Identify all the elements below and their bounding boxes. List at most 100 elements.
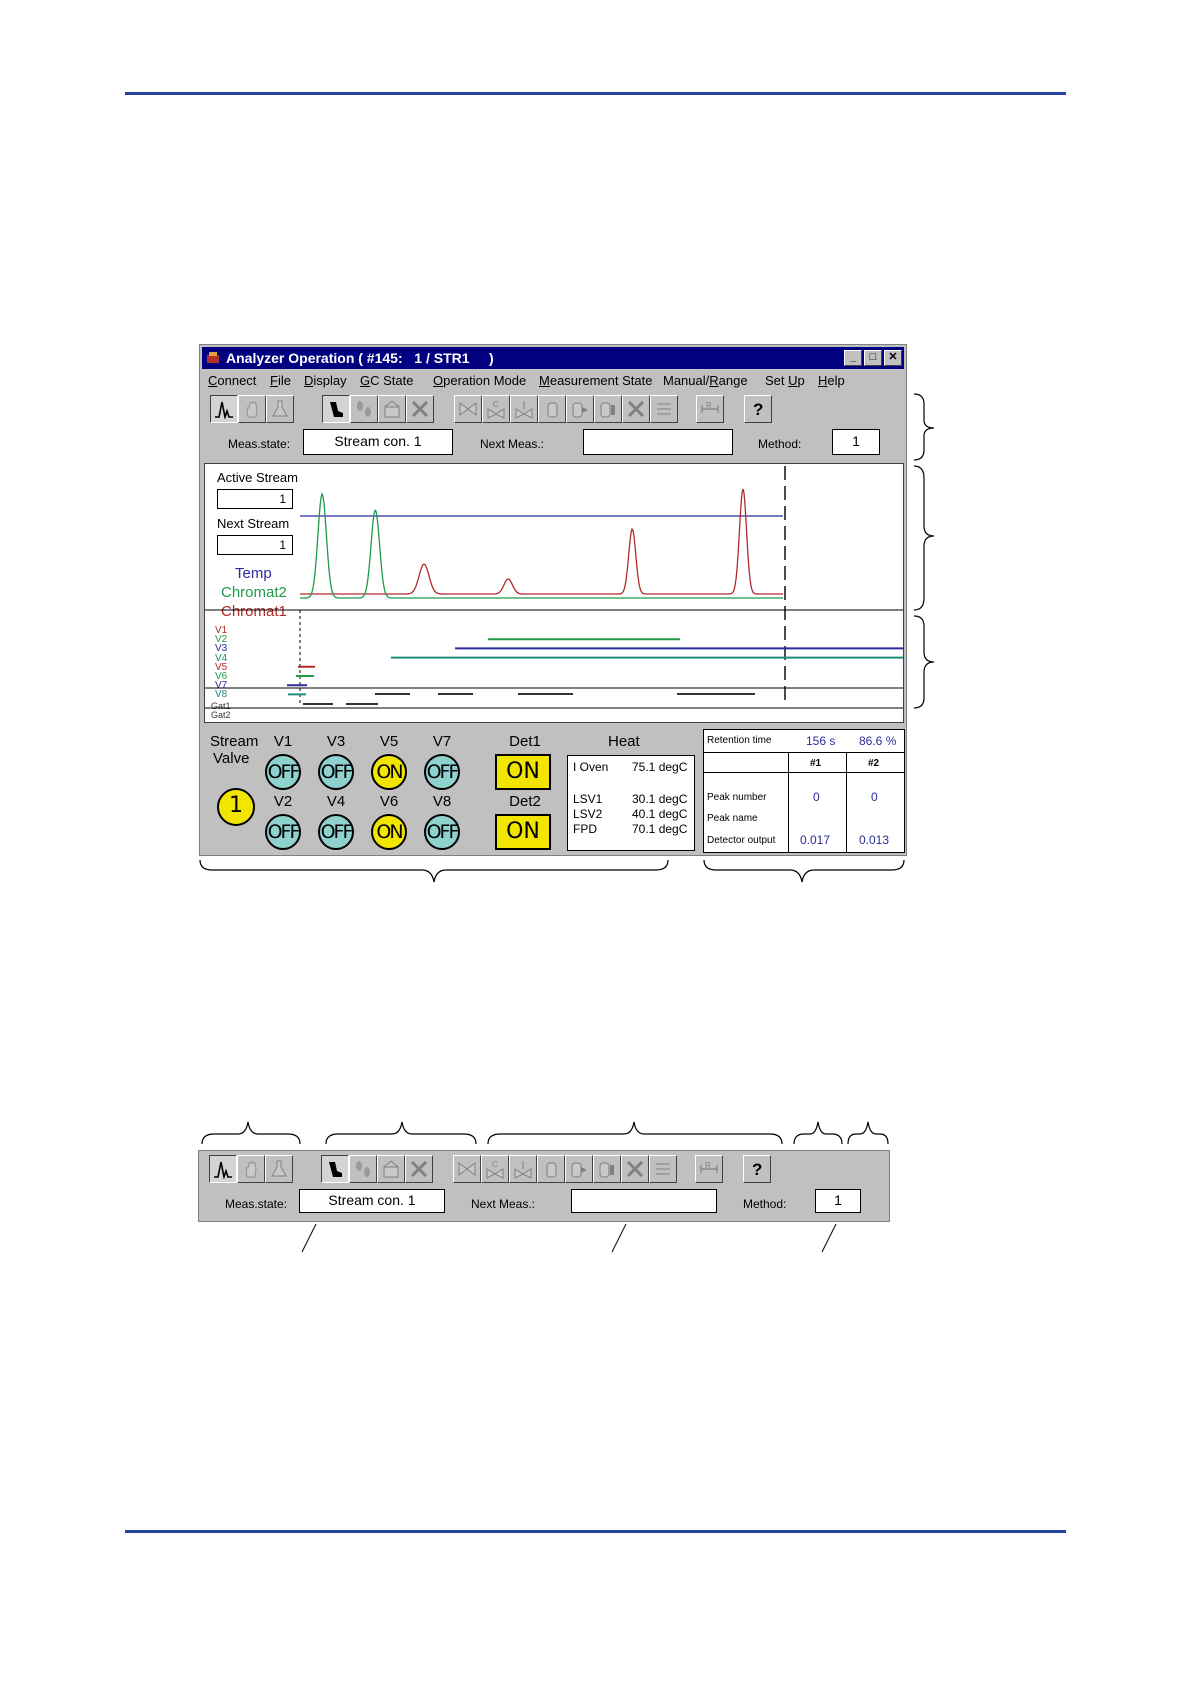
detail-meas-state-label: Meas.state: [225, 1197, 288, 1211]
valve-toggle-v2[interactable]: OFF [265, 814, 301, 850]
svg-text:C: C [493, 400, 499, 409]
detail-method-field: 1 [815, 1189, 861, 1213]
retention-table: Retention time 156 s 86.6 % #1 #2 Peak n… [703, 729, 905, 853]
toolbar-cancel-x-button[interactable] [406, 395, 434, 423]
det1-toggle[interactable]: ON [495, 754, 551, 790]
cancel-x-icon [411, 400, 429, 418]
toolbar-range-button[interactable]: R [695, 1155, 723, 1183]
toolbar-boot-button[interactable] [321, 1155, 349, 1183]
toolbar-hand-button[interactable] [238, 395, 266, 423]
stream-selector-button[interactable]: 1 [217, 788, 255, 826]
valve-1-icon [514, 1161, 532, 1179]
menu-display[interactable]: Display [304, 373, 347, 388]
toolbar-cylinder-arrow-button[interactable] [566, 395, 594, 423]
valve-toggle-v4[interactable]: OFF [318, 814, 354, 850]
toolbar-hand-button[interactable] [237, 1155, 265, 1183]
toolbar-footprints-button[interactable] [350, 395, 378, 423]
toolbar-cancel-x-button[interactable] [405, 1155, 433, 1183]
range-icon: R [700, 1161, 718, 1173]
valve-label-v1: V1 [273, 733, 293, 750]
detector-output-2: 0.013 [859, 833, 890, 847]
toolbar-footprints-button[interactable] [349, 1155, 377, 1183]
toolbar-building-button[interactable] [378, 395, 406, 423]
toolbar-chromatogram-button[interactable] [209, 1155, 237, 1183]
det2-toggle[interactable]: ON [495, 814, 551, 850]
toolbar-cylinder-stop-button[interactable] [594, 395, 622, 423]
toolbar-cancel-x-button[interactable] [622, 395, 650, 423]
cylinder-stop-icon [600, 402, 615, 418]
menu-connect[interactable]: Connect [208, 373, 256, 388]
valve-label-v8: V8 [432, 793, 452, 810]
toolbar-valve-c-button[interactable]: C [482, 395, 510, 423]
hand-icon [246, 401, 258, 418]
toolbar-building-button[interactable] [377, 1155, 405, 1183]
det2-label: Det2 [509, 793, 541, 810]
toolbar-valve-a-button[interactable] [454, 395, 482, 423]
toolbar-cancel-x-button[interactable] [621, 1155, 649, 1183]
boot-icon [329, 1162, 342, 1177]
close-button[interactable]: ✕ [884, 350, 902, 366]
cylinder-arrow-icon [571, 1162, 587, 1178]
valve-label: Valve [213, 750, 250, 767]
valve-label-v5: V5 [379, 733, 399, 750]
peak-number-label: Peak number [707, 792, 767, 803]
meas-state-field: Stream con. 1 [303, 429, 453, 455]
toolbar-cylinder-stop-button[interactable] [593, 1155, 621, 1183]
toolbar-range-button[interactable]: R [696, 395, 724, 423]
valve-c-icon: C [487, 400, 505, 419]
toolbar-chromatogram-button[interactable] [210, 395, 238, 423]
building-icon [383, 1160, 399, 1178]
cylinder-icon [547, 402, 558, 418]
menu-gc-state[interactable]: GC State [360, 373, 413, 388]
valve-label-v4: V4 [326, 793, 346, 810]
method-field: 1 [832, 429, 880, 455]
toolbar-help-button[interactable]: ? [743, 1155, 771, 1183]
valve-toggle-v5[interactable]: ON [371, 754, 407, 790]
valve-toggle-v6[interactable]: ON [371, 814, 407, 850]
menu-set-up[interactable]: Set Up [765, 373, 805, 388]
method-label: Method: [758, 437, 802, 451]
valve-toggle-v3[interactable]: OFF [318, 754, 354, 790]
retention-time-value: 156 s [806, 734, 836, 748]
chromatogram-panel: Active Stream 1 Next Stream 1 Temp Chrom… [204, 463, 904, 723]
valve-toggle-v1[interactable]: OFF [265, 754, 301, 790]
toolbar-help-button[interactable]: ? [744, 395, 772, 423]
help-icon: ? [753, 400, 763, 419]
toolbar-list-button[interactable] [649, 1155, 677, 1183]
menu-help[interactable]: Help [818, 373, 845, 388]
building-icon [384, 400, 400, 418]
valve-toggle-v8[interactable]: OFF [424, 814, 460, 850]
range-icon: R [701, 401, 719, 413]
next-meas-label: Next Meas.: [480, 437, 545, 451]
menu-operation-mode[interactable]: Operation Mode [433, 373, 526, 388]
detector-output-label: Detector output [707, 835, 776, 846]
toolbar-flask-button[interactable] [265, 1155, 293, 1183]
minimize-button[interactable]: _ [844, 350, 862, 366]
toolbar-cylinder-button[interactable] [538, 395, 566, 423]
toolbar-list-button[interactable] [650, 395, 678, 423]
heat-name-fpd: FPD [573, 822, 597, 836]
column-2-header: #2 [868, 758, 880, 769]
menu-measurement-state[interactable]: Measurement State [539, 373, 652, 388]
toolbar-boot-button[interactable] [322, 395, 350, 423]
heat-value-oven: 75.1 degC [632, 760, 688, 774]
toolbar-flask-button[interactable] [266, 395, 294, 423]
heat-value-fpd: 70.1 degC [632, 822, 688, 836]
analyzer-operation-window: Analyzer Operation ( #145: 1 / STR1 ) _ … [199, 344, 907, 856]
toolbar-valve-a-button[interactable] [453, 1155, 481, 1183]
toolbar-cylinder-arrow-button[interactable] [565, 1155, 593, 1183]
toolbar-valve-1-button[interactable] [510, 395, 538, 423]
stream-label: Stream [210, 733, 259, 750]
toolbar-cylinder-button[interactable] [537, 1155, 565, 1183]
toolbar-valve-1-button[interactable] [509, 1155, 537, 1183]
svg-text:R: R [705, 1161, 711, 1170]
title-bar[interactable]: Analyzer Operation ( #145: 1 / STR1 ) _ … [202, 347, 904, 369]
toolbar-valve-c-button[interactable]: C [481, 1155, 509, 1183]
menu-file[interactable]: File [270, 373, 291, 388]
valve-toggle-v7[interactable]: OFF [424, 754, 460, 790]
maximize-button[interactable]: □ [864, 350, 882, 366]
menu-manual-range[interactable]: Manual/Range [663, 373, 748, 388]
chromat1-trace [300, 488, 783, 595]
cylinder-icon [546, 1162, 557, 1178]
chromatogram-icon [214, 1161, 232, 1179]
